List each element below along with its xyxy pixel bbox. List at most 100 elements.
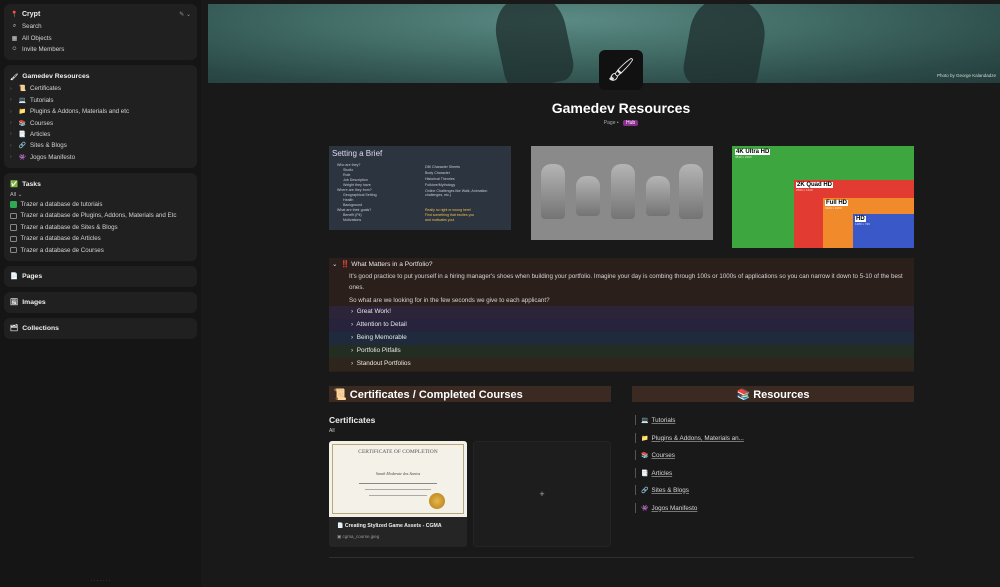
checkbox[interactable] [10, 212, 17, 220]
chevron-right-icon[interactable]: › [10, 120, 16, 126]
checkbox[interactable] [10, 201, 17, 208]
gamedev-header[interactable]: 🖌 Gamedev Resources [10, 70, 191, 83]
sidebar-footer: · · · · · · · [90, 578, 111, 584]
brief-title: Setting a Brief [332, 149, 383, 158]
checkbox[interactable] [10, 224, 17, 231]
task-item[interactable]: Trazer a database de Plugins, Addons, Ma… [10, 210, 191, 221]
brief-note: Really no right or wrong here! Find somet… [425, 208, 474, 223]
chevron-right-icon[interactable]: › [10, 143, 16, 149]
checkbox[interactable] [10, 246, 17, 254]
chevron-right-icon[interactable]: › [10, 86, 16, 92]
certificate-name: 📄 Creating Stylized Game Assets - CGMA [337, 523, 442, 529]
certificate-recipient: Sarah Moderate dos Santos [375, 471, 421, 476]
new-page-icon[interactable]: ✎ ⌄ [179, 11, 191, 18]
hand-shape [680, 4, 771, 83]
images-card[interactable]: 🖼 Images [4, 291, 197, 313]
resource-link-tutorials[interactable]: 💻 Tutorials [635, 415, 675, 425]
page-icon-paintbrush[interactable]: 🖌 [599, 50, 643, 90]
images-header[interactable]: 🖼 Images [10, 296, 191, 309]
subtoggle-attention[interactable]: › Attention to Detail [351, 321, 407, 328]
resource-link-label: Articles [651, 469, 673, 477]
toggle-title: ‼️ What Matters in a Portfolio? [341, 261, 433, 268]
task-item[interactable]: Trazer a database de Courses [10, 244, 191, 255]
resource-link-label: Jogos Manifesto [651, 504, 698, 512]
sidebar-item-courses[interactable]: › 📚 Courses [10, 117, 191, 128]
brief-left-item: Motivations [343, 218, 362, 222]
chevron-right-icon[interactable]: › [10, 109, 16, 115]
task-label: Trazer a database de Courses [20, 246, 104, 254]
sidebar-item-label: Articles [30, 130, 51, 138]
pages-card[interactable]: 📄 Pages [4, 265, 197, 287]
brief-left-item: Background [343, 203, 363, 207]
workspace-switcher[interactable]: 📍 Crypt ✎ ⌄ [10, 8, 191, 21]
gamedev-card: 🖌 Gamedev Resources › 📜 Certificates › 💻 Tuto… [4, 65, 197, 168]
sidebar-item-label: Courses [30, 119, 54, 127]
subtoggle-pitfalls[interactable]: › Portfolio Pitfalls [351, 347, 401, 354]
certificate-file[interactable]: ▣ cgma_course.jpeg [337, 534, 379, 540]
tasks-filter[interactable]: All ⌄ [10, 191, 191, 199]
page-title[interactable]: Gamedev Resources [501, 100, 741, 116]
sidebar: 📍 Crypt ✎ ⌄ ⌕ Search ▦ All Objects ☺ Invite… [0, 0, 201, 587]
link-icon: 🔗 [18, 143, 27, 150]
task-item[interactable]: Trazer a database de Articles [10, 233, 191, 244]
sidebar-item-plugins[interactable]: › 📁 Plugins & Addons, Materials and etc [10, 106, 191, 117]
add-certificate-button[interactable]: + [473, 441, 611, 547]
resource-link-jogos-manifesto[interactable]: 👾 Jogos Manifesto [635, 503, 697, 513]
resource-link-courses[interactable]: 📚 Courses [635, 450, 675, 460]
resolution-image[interactable]: 4K Ultra HD 3840 x 2160 2K Quad HD 2560 x … [732, 146, 914, 248]
resource-link-articles[interactable]: 📑 Articles [635, 468, 672, 478]
pages-header[interactable]: 📄 Pages [10, 270, 191, 283]
subtoggle-standout[interactable]: › Standout Portfolios [351, 360, 411, 367]
app-window: 📍 Crypt ✎ ⌄ ⌕ Search ▦ All Objects ☺ Invite… [0, 0, 1000, 587]
hand-shape [489, 4, 577, 83]
certificates-view-title[interactable]: Certificates [329, 415, 375, 425]
laptop-icon: 💻 [641, 417, 649, 424]
toggle-band [329, 319, 914, 332]
chevron-down-icon[interactable]: ⌄ [332, 261, 338, 268]
brief-image[interactable]: Setting a Brief Who are they? Studio Role J… [329, 146, 511, 230]
collections-card[interactable]: 🗂 Collections [4, 317, 197, 339]
res-px: 2560 x 1440 [796, 188, 813, 192]
brief-left-item: Where are they from? [337, 188, 372, 192]
task-item[interactable]: Trazer a database de tutoriais [10, 199, 191, 210]
resource-link-sites-blogs[interactable]: 🔗 Sites & Blogs [635, 485, 689, 495]
resource-link-plugins[interactable]: 📁 Plugins & Addons, Materials an... [635, 433, 744, 443]
sidebar-item-label: Tutorials [30, 96, 54, 104]
brief-right-item: Folklore/Mythology [425, 183, 456, 187]
task-item[interactable]: Trazer a database de Sites & Blogs [10, 222, 191, 233]
search-item[interactable]: ⌕ Search [10, 21, 191, 32]
certificate-card[interactable]: CERTIFICATE OF COMPLETION Sarah Moderate… [329, 441, 467, 547]
sidebar-item-articles[interactable]: › 📑 Articles [10, 129, 191, 140]
sidebar-item-tutorials[interactable]: › 💻 Tutorials [10, 95, 191, 106]
subtoggle-memorable[interactable]: › Being Memorable [351, 334, 407, 341]
sidebar-item-jogos-manifesto[interactable]: › 👾 Jogos Manifesto [10, 152, 191, 163]
chevron-right-icon[interactable]: › [10, 154, 16, 160]
tasks-filter-label: All [10, 191, 17, 198]
task-label: Trazer a database de Articles [20, 235, 101, 243]
brief-right-item: Online Challenges like Walk, Animation c… [425, 189, 488, 197]
folder-icon: 📁 [641, 435, 649, 442]
checkbox[interactable] [10, 235, 17, 243]
page-tag[interactable]: Hub [623, 120, 639, 126]
collections-header[interactable]: 🗂 Collections [10, 322, 191, 335]
chevron-right-icon[interactable]: › [10, 97, 16, 103]
folder-icon: 📁 [18, 109, 27, 116]
subtoggle-great-work[interactable]: › Great Work! [351, 308, 391, 315]
tasks-header[interactable]: ✅ Tasks [10, 178, 191, 191]
chevron-right-icon[interactable]: › [10, 131, 16, 137]
portfolio-toggle-block: ⌄ ‼️ What Matters in a Portfolio? It's g… [329, 258, 914, 372]
image-file-icon: ▣ [337, 534, 342, 539]
collection-icon: 🗂 [10, 325, 19, 333]
resource-link-label: Tutorials [651, 416, 676, 424]
invite-members-item[interactable]: ☺ Invite Members [10, 44, 191, 55]
certificates-filter[interactable]: All [329, 428, 335, 434]
brief-right-item: Body Character [425, 171, 450, 175]
cover-credit: Photo by George Kalandadze [936, 73, 996, 78]
subtoggle-label: Great Work! [356, 308, 392, 315]
anatomy-image[interactable] [531, 146, 713, 240]
sidebar-item-certificates[interactable]: › 📜 Certificates [10, 83, 191, 94]
sidebar-item-sites-blogs[interactable]: › 🔗 Sites & Blogs [10, 140, 191, 151]
toggle-header[interactable]: ⌄ ‼️ What Matters in a Portfolio? [332, 260, 433, 268]
toggle-paragraph-1: It's good practice to put yourself in a … [349, 273, 903, 291]
all-objects-item[interactable]: ▦ All Objects [10, 32, 191, 43]
